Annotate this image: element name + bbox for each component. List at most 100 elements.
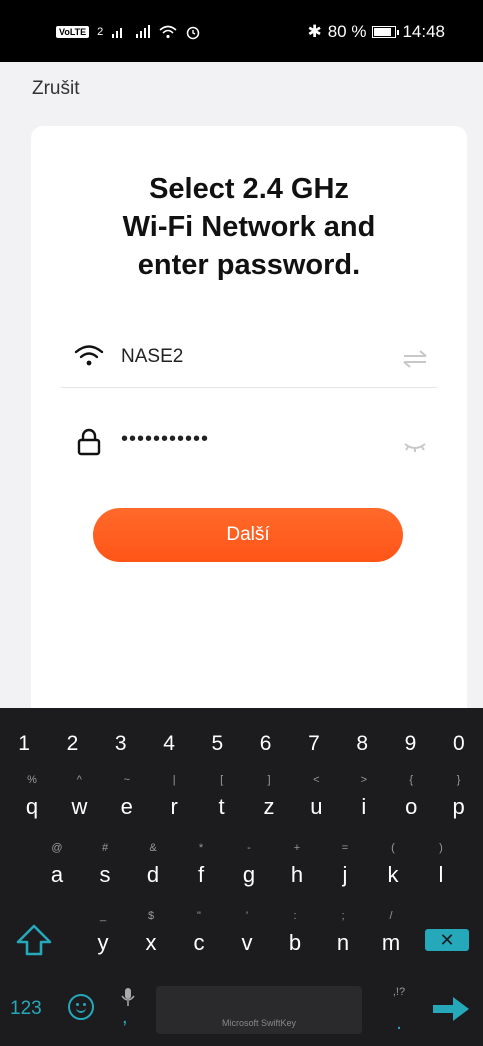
key-hint: @: [51, 842, 63, 854]
eye-closed-icon[interactable]: [401, 434, 429, 456]
key-q[interactable]: % q: [9, 768, 55, 830]
key-hint: [: [220, 774, 224, 786]
key-label: x: [145, 930, 157, 955]
key-label: t: [218, 794, 225, 819]
key-hint: {: [409, 774, 414, 786]
key-label: e: [120, 794, 133, 819]
key-hint: #: [101, 842, 109, 854]
key-label: h: [290, 862, 304, 887]
switch-network-icon[interactable]: [401, 348, 429, 370]
wifi-network-field[interactable]: NASE2: [61, 328, 437, 388]
key-d[interactable]: & d: [130, 836, 176, 898]
key-label: u: [310, 794, 323, 819]
key-h[interactable]: + h: [274, 836, 320, 898]
volte-badge: VoLTE: [56, 26, 90, 38]
key-v[interactable]: ' v: [224, 904, 270, 966]
key-3[interactable]: 3: [97, 720, 145, 768]
cancel-button[interactable]: Zrušit: [32, 78, 80, 100]
key-f[interactable]: * f: [178, 836, 224, 898]
password-input[interactable]: •••••••••••: [121, 428, 209, 451]
numbers-key[interactable]: 123: [10, 998, 42, 1020]
key-t[interactable]: [t: [199, 768, 245, 830]
period-key[interactable]: ,!? .: [384, 986, 414, 1035]
key-label: d: [146, 862, 160, 887]
bluetooth-icon: ✱: [307, 22, 322, 41]
key-m[interactable]: / m: [368, 904, 414, 966]
lock-icon: [77, 428, 101, 456]
key-label: w: [71, 794, 88, 819]
title-line-3: enter password.: [137, 249, 361, 281]
key-y[interactable]: _ y: [80, 904, 126, 966]
key-9[interactable]: 9: [387, 720, 435, 768]
key-8[interactable]: 8: [338, 720, 386, 768]
key-label: c: [193, 930, 205, 955]
next-button[interactable]: Další: [93, 508, 403, 562]
key-b[interactable]: :b: [272, 904, 318, 966]
backspace-key[interactable]: ✕: [425, 929, 469, 951]
key-s[interactable]: # s: [82, 836, 128, 898]
key-label: y: [97, 930, 109, 955]
key-hint: ~: [123, 774, 131, 786]
shift-key[interactable]: [14, 920, 54, 960]
clock: 14:48: [402, 22, 445, 41]
key-r[interactable]: | r: [151, 768, 197, 830]
key-label: k: [387, 862, 399, 887]
key-hint: ): [439, 842, 443, 854]
key-o[interactable]: {o: [388, 768, 434, 830]
key-l[interactable]: ) l: [418, 836, 464, 898]
key-hint: +: [293, 842, 301, 854]
key-u[interactable]: < u: [293, 768, 339, 830]
enter-arrow-icon[interactable]: [431, 994, 471, 1024]
key-i[interactable]: > i: [341, 768, 387, 830]
key-p[interactable]: } p: [436, 768, 482, 830]
comma-key[interactable]: ,: [122, 1006, 128, 1029]
key-z[interactable]: ] z: [246, 768, 292, 830]
key-g[interactable]: -g: [226, 836, 272, 898]
battery-percent: 80 %: [327, 22, 367, 41]
key-5[interactable]: 5: [193, 720, 241, 768]
key-e[interactable]: ~ e: [104, 768, 150, 830]
key-2[interactable]: 2: [48, 720, 96, 768]
password-field[interactable]: •••••••••••: [61, 414, 437, 474]
key-hint: _: [99, 910, 107, 922]
key-hint: }: [456, 774, 461, 786]
key-hint: <: [313, 774, 320, 786]
key-hint: >: [360, 774, 368, 786]
emoji-key[interactable]: [68, 994, 94, 1020]
key-hint: ": [197, 910, 201, 922]
key-hint: ;: [341, 910, 345, 922]
key-j[interactable]: = j: [322, 836, 368, 898]
key-label: o: [405, 794, 418, 819]
key-x[interactable]: $ x: [128, 904, 174, 966]
space-key[interactable]: Microsoft SwiftKey: [156, 986, 362, 1034]
key-hint: =: [341, 842, 349, 854]
mic-icon[interactable]: [118, 986, 138, 1008]
key-label: l: [438, 862, 444, 887]
key-a[interactable]: @ a: [34, 836, 80, 898]
key-7[interactable]: 7: [290, 720, 338, 768]
key-0[interactable]: 0: [435, 720, 483, 768]
keyboard-bottom-row: 123 , Microsoft SwiftKey ,!? .: [0, 976, 483, 1038]
key-6[interactable]: 6: [242, 720, 290, 768]
key-hint: /: [389, 910, 393, 922]
page-title: Select 2.4 GHz Wi-Fi Network and enter p…: [31, 170, 467, 284]
key-4[interactable]: 4: [145, 720, 193, 768]
key-hint: ^: [76, 774, 82, 786]
key-hint: |: [172, 774, 176, 786]
key-label: f: [197, 862, 205, 887]
keyboard: 1234567890 % q ^ w ~ e | r[t] z < u > i{o} p @ a # s & d * f…: [0, 708, 483, 1046]
period-label: .: [396, 1012, 402, 1034]
key-n[interactable]: ; n: [320, 904, 366, 966]
key-1[interactable]: 1: [0, 720, 48, 768]
keyboard-row-1: % q ^ w ~ e | r[t] z < u > i{o} p: [0, 768, 483, 834]
key-hint: ]: [267, 774, 271, 786]
key-hint: (: [391, 842, 395, 854]
key-label: a: [50, 862, 64, 887]
key-k[interactable]: (k: [370, 836, 416, 898]
key-label: q: [25, 794, 39, 819]
key-w[interactable]: ^ w: [56, 768, 102, 830]
key-c[interactable]: " c: [176, 904, 222, 966]
key-hint: $: [147, 910, 155, 922]
title-line-2: Wi-Fi Network and: [122, 211, 376, 243]
keyboard-row-3: _ y $ x " c ' v: b; n / m: [0, 904, 483, 970]
